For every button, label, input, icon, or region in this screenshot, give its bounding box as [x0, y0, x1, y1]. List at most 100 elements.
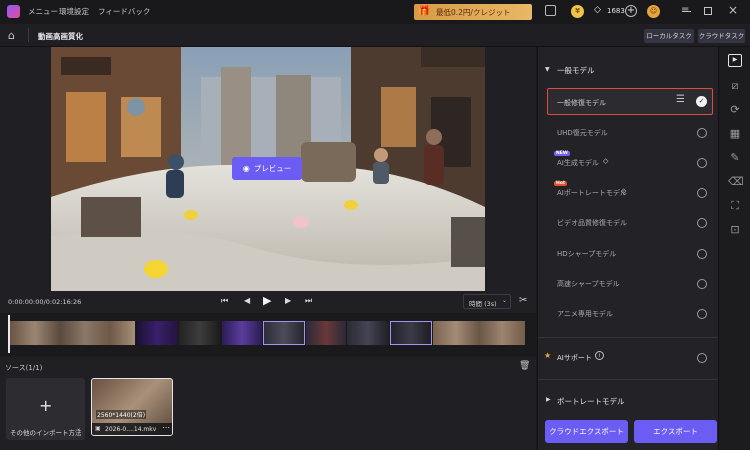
import-button[interactable]: + その他のインポート方法 ⌄ [6, 378, 85, 440]
tab-cloud-tasks[interactable]: クラウドタスク [698, 29, 745, 43]
divider [538, 379, 719, 380]
tool-rail: ▶ ⧄ ⟳ ▦ ✎ ⌫ ⛶ ⊡ [718, 47, 750, 450]
image-enhance-icon[interactable]: ⧄ [728, 79, 742, 93]
next-frame-icon[interactable]: ▶ [285, 296, 291, 305]
scissors-icon[interactable]: ✂ [519, 295, 527, 306]
close-icon[interactable]: × [728, 3, 738, 17]
timeline-thumb [136, 321, 178, 345]
preview-button[interactable]: ◉ プレビュー [232, 157, 302, 180]
source-clip[interactable]: 2560*1440(2倍) ▣ 2026-0....14.mkv ⋯ [91, 378, 173, 436]
import-label: その他のインポート方法 [10, 429, 82, 437]
film-icon: ▣ [95, 425, 101, 432]
trash-icon[interactable]: 🗑 [519, 361, 530, 371]
clip-resolution: 2560*1440(2倍) [96, 410, 147, 419]
promo-banner[interactable]: 🎁 最低0.2円/クレジット [414, 4, 532, 20]
ai-support-label: AIサポート [557, 354, 592, 362]
model-uhd-restore[interactable]: UHD復元モデル [538, 118, 719, 148]
model-label: 高速シャープモデル [557, 280, 620, 288]
coin-icon: ¥ [571, 5, 584, 18]
hot-badge: Hot [554, 181, 568, 186]
edit-icon[interactable]: ✎ [728, 151, 742, 165]
model-panel: ▼ 一般モデル 一般修復モデル ☰ ✓ UHD復元モデル NEW AI生成モデル… [537, 47, 719, 450]
task-bar: ⌂ 動画高画質化 ローカルタスク クラウドタスク [0, 24, 750, 47]
radio-button[interactable] [697, 188, 707, 198]
timeline-thumb [306, 321, 346, 345]
radio-button[interactable] [697, 249, 707, 259]
home-icon[interactable]: ⌂ [8, 29, 15, 42]
play-icon[interactable]: ▶ [263, 294, 271, 307]
model-video-quality-repair[interactable]: ビデオ品質修復モデル [538, 208, 719, 238]
model-label: ビデオ品質修復モデル [557, 219, 627, 227]
duration-dropdown[interactable]: 時間 (3s) ⌄ [463, 294, 511, 309]
refresh-icon[interactable]: ⟳ [728, 103, 742, 117]
model-fast-sharp[interactable]: 高速シャープモデル [538, 269, 719, 299]
radio-button[interactable] [697, 353, 707, 363]
radio-button[interactable] [697, 309, 707, 319]
plus-icon: + [39, 396, 53, 415]
gallery-icon[interactable] [545, 5, 556, 16]
credits-count: 1683 [607, 7, 625, 15]
model-label: 一般修復モデル [557, 99, 606, 107]
radio-button[interactable] [697, 218, 707, 228]
maximize-icon[interactable] [704, 7, 712, 15]
minimize-icon[interactable] [682, 11, 691, 12]
caret-right-icon[interactable]: ▶ [546, 396, 551, 403]
video-enhance-icon[interactable]: ▶ [728, 54, 742, 67]
timecode: 0:00:00:00/0:02:16:26 [8, 298, 82, 306]
settings-sliders-icon[interactable]: ☰ [676, 94, 685, 105]
skip-end-icon[interactable]: ⏭ [305, 296, 312, 306]
model-anime[interactable]: アニメ専用モデル [538, 299, 719, 329]
model-ai-generation[interactable]: NEW AI生成モデル ◇ [538, 148, 719, 178]
preview-button-label: プレビュー [253, 164, 292, 173]
menu-item-menu[interactable]: メニュー [28, 6, 58, 17]
eye-icon: ◉ [242, 164, 250, 173]
skip-start-icon[interactable]: ⏮ [221, 296, 228, 306]
tab-local-tasks[interactable]: ローカルタスク [644, 29, 694, 43]
timeline-thumb [10, 321, 135, 345]
export-button[interactable]: エクスポート [634, 420, 717, 443]
model-label: HDシャープモデル [557, 250, 617, 258]
check-icon[interactable]: ✓ [696, 96, 707, 107]
page-title: 動画高画質化 [38, 32, 83, 41]
timeline[interactable] [0, 313, 536, 357]
prev-frame-icon[interactable]: ◀ [244, 296, 250, 305]
divider [538, 337, 719, 338]
crop-icon[interactable]: ⛶ [728, 199, 742, 213]
model-ai-portrait[interactable]: Hot AIポートレートモデル ◇ [538, 178, 719, 208]
star-icon: ★ [544, 351, 552, 360]
grid-icon[interactable]: ▦ [728, 127, 742, 141]
timeline-thumb [347, 321, 389, 345]
gift-icon: 🎁 [418, 6, 431, 17]
caret-down-icon[interactable]: ▼ [545, 66, 550, 73]
app-logo [7, 5, 20, 18]
more-icon[interactable]: ⋯ [162, 423, 170, 432]
avatar-icon[interactable]: ☺ [647, 5, 660, 18]
chevron-down-icon: ⌄ [502, 297, 508, 304]
diamond-icon: ◇ [603, 157, 609, 165]
video-play-icon[interactable]: ⊡ [728, 223, 742, 237]
video-preview: ◉ プレビュー [51, 47, 485, 291]
radio-button[interactable] [697, 128, 707, 138]
promo-text: 最低0.2円/クレジット [436, 8, 511, 17]
timeline-thumb [433, 321, 525, 345]
playback-controls: 0:00:00:00/0:02:16:26 ⏮ ◀ ▶ ▶ ⏭ 時間 (3s) … [0, 291, 536, 313]
add-credits-icon[interactable]: + [625, 5, 637, 17]
chevron-down-icon: ⌄ [76, 425, 82, 432]
radio-button[interactable] [697, 279, 707, 289]
section-general-models[interactable]: 一般モデル [557, 65, 595, 76]
source-panel: ソース(1/1) 🗑 + その他のインポート方法 ⌄ 2560*1440(2倍)… [0, 357, 536, 450]
diamond-icon: ◇ [594, 5, 601, 15]
model-label: アニメ専用モデル [557, 310, 613, 318]
section-portrait-models[interactable]: ポートレートモデル [557, 396, 625, 407]
timeline-thumb [390, 321, 432, 345]
radio-button[interactable] [697, 158, 707, 168]
model-label: AI生成モデル [557, 159, 599, 167]
menu-item-feedback[interactable]: フィードバック [98, 6, 150, 17]
model-hd-sharp[interactable]: HDシャープモデル [538, 239, 719, 269]
menu-item-preferences[interactable]: 環境設定 [59, 6, 89, 17]
eraser-icon[interactable]: ⌫ [728, 175, 744, 189]
model-general-repair[interactable]: 一般修復モデル ☰ ✓ [547, 88, 713, 115]
info-icon[interactable]: i [595, 351, 604, 360]
cloud-export-button[interactable]: クラウドエクスポート [545, 420, 628, 443]
ai-support-option[interactable]: ★ AIサポート i [538, 343, 719, 373]
